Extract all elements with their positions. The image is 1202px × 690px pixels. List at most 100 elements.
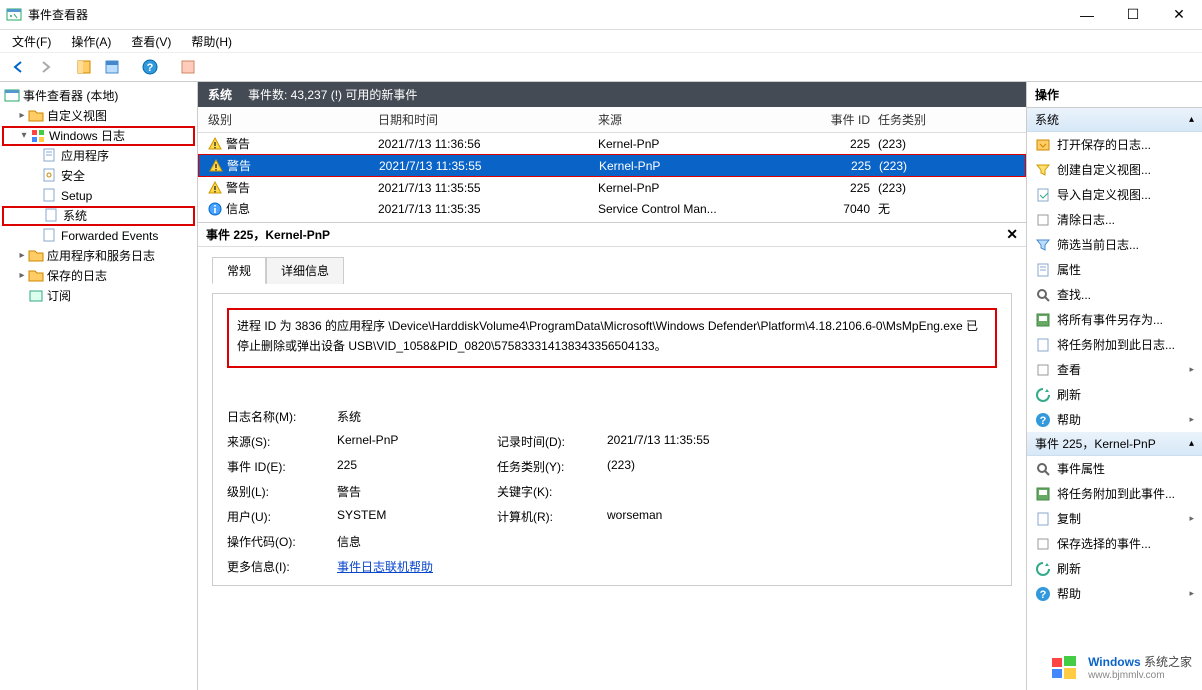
action-item[interactable]: ?帮助▸ [1027,581,1202,606]
action-icon [1035,486,1051,502]
col-level[interactable]: 级别 [208,111,378,128]
action-item[interactable]: 属性 [1027,257,1202,282]
menubar: 文件(F) 操作(A) 查看(V) 帮助(H) [0,30,1202,52]
action-item[interactable]: 查找... [1027,282,1202,307]
warning-icon [209,159,223,173]
action-icon [1035,362,1051,378]
action-item[interactable]: 导入自定义视图... [1027,182,1202,207]
detail-header-title: 事件 225，Kernel-PnP [206,226,330,243]
app-icon [6,7,22,23]
tree-saved-logs[interactable]: ▸保存的日志 [2,266,195,286]
menu-file[interactable]: 文件(F) [8,31,55,52]
svg-text:?: ? [1040,415,1047,427]
menu-view[interactable]: 查看(V) [127,31,175,52]
detail-header: 事件 225，Kernel-PnP ✕ [198,223,1026,247]
maximize-button[interactable]: ☐ [1110,0,1156,30]
action-item[interactable]: 刷新 [1027,382,1202,407]
toolbar-extra-button[interactable] [176,55,200,79]
action-item[interactable]: 清除日志... [1027,207,1202,232]
event-properties: 日志名称(M):系统 来源(S):Kernel-PnP 记录时间(D):2021… [227,408,997,575]
action-icon [1035,287,1051,303]
action-item[interactable]: 创建自定义视图... [1027,157,1202,182]
show-hide-tree-button[interactable] [72,55,96,79]
action-item[interactable]: 复制▸ [1027,506,1202,531]
tree-app-services[interactable]: ▸应用程序和服务日志 [2,246,195,266]
action-item[interactable]: 将所有事件另存为... [1027,307,1202,332]
action-icon [1035,536,1051,552]
minimize-button[interactable]: — [1064,0,1110,30]
tree-application[interactable]: 应用程序 [2,146,195,166]
tree-windows-logs[interactable]: ▾ Windows 日志 [2,126,195,146]
col-task-cat[interactable]: 任务类别 [878,111,958,128]
tree-security[interactable]: 安全 [2,166,195,186]
event-message: 进程 ID 为 3836 的应用程序 \Device\HarddiskVolum… [227,308,997,368]
actions-section-system[interactable]: 系统▴ [1027,108,1202,132]
action-item[interactable]: 保存选择的事件... [1027,531,1202,556]
toolbar: ? [0,52,1202,82]
table-row[interactable]: 警告2021/7/13 11:35:55Kernel-PnP225(223) [198,154,1026,177]
window-title: 事件查看器 [28,6,1064,23]
action-item[interactable]: 查看▸ [1027,357,1202,382]
action-icon [1035,162,1051,178]
info-icon [208,202,222,216]
table-row[interactable]: 警告2021/7/13 11:35:55Kernel-PnP225(223) [198,177,1026,198]
warning-icon [208,181,222,195]
tree-setup[interactable]: Setup [2,186,195,206]
action-item[interactable]: 刷新 [1027,556,1202,581]
nav-back-button[interactable] [6,55,30,79]
col-date[interactable]: 日期和时间 [378,111,598,128]
actions-panel: 操作 系统▴ 打开保存的日志...创建自定义视图...导入自定义视图...清除日… [1027,82,1202,690]
svg-text:?: ? [1040,589,1047,601]
tree-forwarded[interactable]: Forwarded Events [2,226,195,246]
action-icon: ? [1035,412,1051,428]
menu-help[interactable]: 帮助(H) [187,31,236,52]
table-row[interactable]: 信息2021/7/13 11:35:35Service Control Man.… [198,198,1026,219]
tab-details[interactable]: 详细信息 [266,257,344,284]
col-event-id[interactable]: 事件 ID [818,111,878,128]
close-button[interactable]: ✕ [1156,0,1202,30]
tree-root-label: 事件查看器 (本地) [23,88,118,104]
action-item[interactable]: 事件属性 [1027,456,1202,481]
more-info-link[interactable]: 事件日志联机帮助 [337,560,433,574]
action-icon [1035,561,1051,577]
action-icon: ? [1035,586,1051,602]
detail-close-button[interactable]: ✕ [1006,226,1018,243]
properties-button[interactable] [100,55,124,79]
action-item[interactable]: 将任务附加到此事件... [1027,481,1202,506]
action-icon [1035,212,1051,228]
action-item[interactable]: 打开保存的日志... [1027,132,1202,157]
tree-system[interactable]: 系统 [2,206,195,226]
action-icon [1035,262,1051,278]
window-buttons: — ☐ ✕ [1064,0,1202,30]
center-panel: 系统 事件数: 43,237 (!) 可用的新事件 级别 日期和时间 来源 事件… [198,82,1027,690]
detail-body: 常规 详细信息 进程 ID 为 3836 的应用程序 \Device\Hardd… [198,247,1026,690]
logo-icon [1048,650,1082,684]
actions-section-event[interactable]: 事件 225，Kernel-PnP▴ [1027,432,1202,456]
action-item[interactable]: 将任务附加到此日志... [1027,332,1202,357]
tree-subscriptions[interactable]: ▸订阅 [2,286,195,306]
log-header-name: 系统 [208,86,232,103]
tree-custom-views[interactable]: ▸ 自定义视图 [2,106,195,126]
tree-root[interactable]: 事件查看器 (本地) [2,86,195,106]
tab-general[interactable]: 常规 [212,257,266,284]
actions-header: 操作 [1027,82,1202,108]
warning-icon [208,137,222,151]
action-icon [1035,312,1051,328]
col-source[interactable]: 来源 [598,111,818,128]
log-header: 系统 事件数: 43,237 (!) 可用的新事件 [198,82,1026,107]
action-item[interactable]: ?帮助▸ [1027,407,1202,432]
grid-body[interactable]: 警告2021/7/13 11:36:56Kernel-PnP225(223)警告… [198,133,1026,223]
tree-panel: 事件查看器 (本地) ▸ 自定义视图 ▾ Windows 日志 应用程序 安全 … [0,82,198,690]
table-row[interactable]: 警告2021/7/13 11:36:56Kernel-PnP225(223) [198,133,1026,154]
action-icon [1035,187,1051,203]
help-button[interactable]: ? [138,55,162,79]
action-item[interactable]: 筛选当前日志... [1027,232,1202,257]
action-icon [1035,137,1051,153]
chevron-up-icon: ▴ [1189,438,1194,449]
action-icon [1035,387,1051,403]
action-icon [1035,511,1051,527]
watermark: Windows 系统之家 www.bjmmlv.com [1048,650,1192,684]
log-header-count: 事件数: 43,237 (!) 可用的新事件 [248,86,417,103]
nav-forward-button[interactable] [34,55,58,79]
menu-action[interactable]: 操作(A) [67,31,115,52]
